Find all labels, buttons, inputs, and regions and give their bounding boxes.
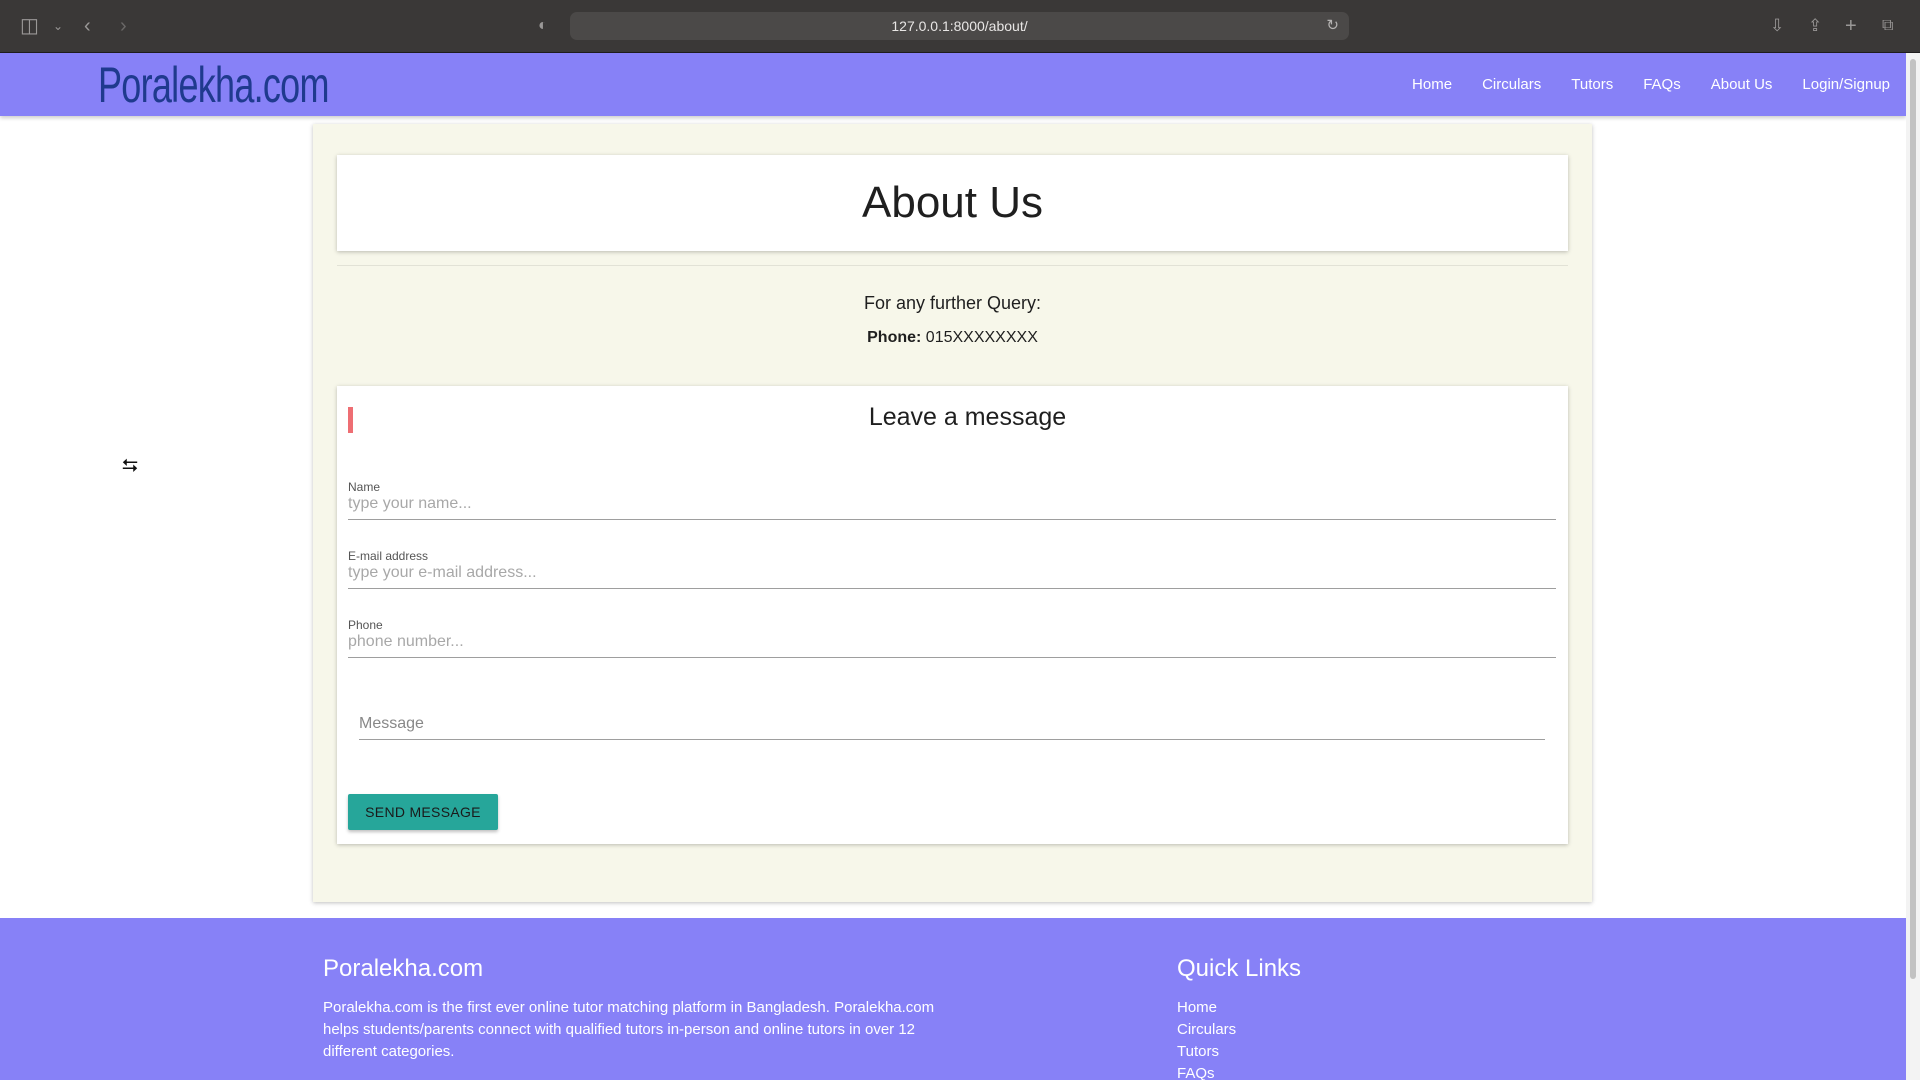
browser-toolbar: ◫ ⌄ ‹ › ◐ 127.0.0.1:8000/about/ ↻ ⇩ ⇪ + … [0,0,1920,53]
nav-links: Home Circulars Tutors FAQs About Us Logi… [1382,53,1890,116]
message-form-title: Leave a message [868,403,1067,431]
message-form-card: Leave a message Name E-mail address Phon… [337,386,1568,844]
name-input[interactable] [348,489,1556,520]
mouse-cursor-icon: ⮀ [122,455,138,477]
message-input[interactable] [359,709,1545,740]
quick-link-faqs[interactable]: FAQs [1177,1063,1236,1085]
title-card: About Us [337,155,1568,251]
divider [337,265,1568,266]
site-logo[interactable]: Poralekha.com [98,55,329,115]
quick-link-home[interactable]: Home [1177,997,1236,1019]
back-icon[interactable]: ‹ [84,14,91,38]
footer-brand: Poralekha.com [323,955,484,982]
query-text: For any further Query: [863,293,1042,313]
nav-tutors[interactable]: Tutors [1571,76,1613,93]
phone-label: Phone: [867,329,922,346]
page-title: About Us [862,178,1043,227]
nav-login-signup[interactable]: Login/Signup [1802,76,1890,93]
site-footer: Poralekha.com Poralekha.com is the first… [0,918,1906,1082]
contact-phone: Phone: 015XXXXXXXX [313,329,1592,347]
forward-icon[interactable]: › [120,14,127,38]
footer-about-text: Poralekha.com is the first ever online t… [323,999,935,1060]
download-icon[interactable]: ⇩ [1770,14,1784,38]
scrollbar-thumb[interactable] [1910,59,1916,979]
nav-about-us[interactable]: About Us [1711,76,1773,93]
quick-links-title: Quick Links [1177,955,1302,982]
quick-links-list: Home Circulars Tutors FAQs [1177,997,1236,1085]
new-tab-icon[interactable]: + [1845,14,1857,38]
tabs-overview-icon[interactable]: ⧉ [1882,14,1893,38]
share-icon[interactable]: ⇪ [1808,14,1822,38]
quick-link-tutors[interactable]: Tutors [1177,1041,1236,1063]
url-text: 127.0.0.1:8000/about/ [891,18,1028,34]
shield-icon[interactable]: ◐ [538,14,548,38]
nav-home[interactable]: Home [1412,76,1452,93]
page-scrollbar[interactable] [1906,53,1920,1080]
sidebar-icon[interactable]: ◫ [20,14,39,38]
nav-faqs[interactable]: FAQs [1643,76,1681,93]
reload-icon[interactable]: ↻ [1326,12,1339,40]
quick-link-circulars[interactable]: Circulars [1177,1019,1236,1041]
address-bar[interactable]: 127.0.0.1:8000/about/ ↻ [570,12,1349,40]
site-navbar: Poralekha.com Home Circulars Tutors FAQs… [0,53,1906,116]
chevron-down-icon[interactable]: ⌄ [53,14,63,38]
about-panel: About Us For any further Query: Phone: 0… [313,124,1592,902]
phone-input[interactable] [348,627,1556,658]
phone-value: 015XXXXXXXX [925,329,1038,346]
nav-circulars[interactable]: Circulars [1482,76,1541,93]
email-input[interactable] [348,558,1556,589]
send-message-button[interactable]: SEND MESSAGE [348,794,498,830]
